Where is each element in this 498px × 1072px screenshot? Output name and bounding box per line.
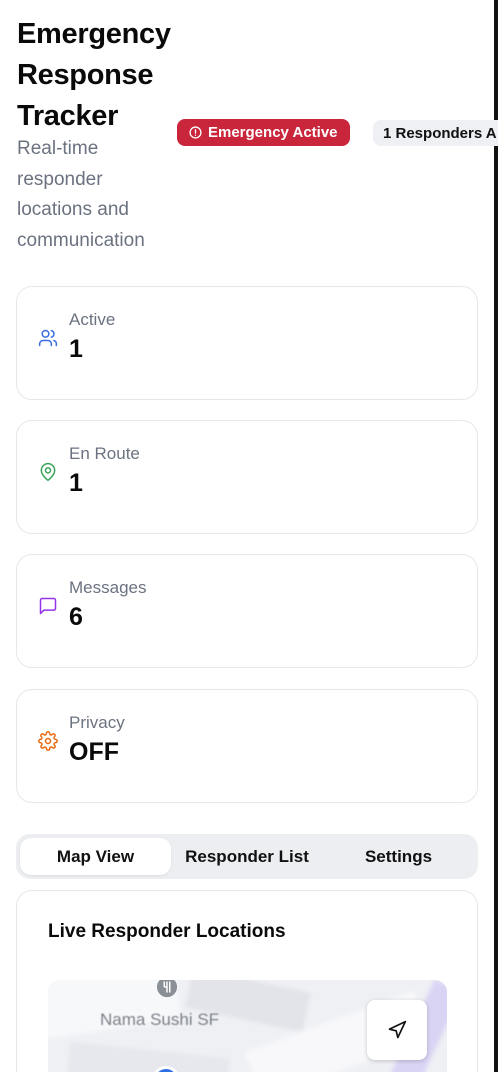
view-tabs: Map View Responder List Settings	[16, 834, 478, 879]
stat-value: 1	[69, 469, 83, 497]
alert-circle-icon	[189, 126, 202, 139]
stat-card-en-route: En Route 1	[16, 420, 478, 534]
stat-value: 1	[69, 335, 83, 363]
map-pin-icon	[40, 462, 56, 482]
tab-map-view[interactable]: Map View	[20, 838, 171, 875]
stat-card-messages: Messages 6	[16, 554, 478, 668]
page-subtitle: Real-time responder locations and commun…	[17, 138, 145, 251]
responders-count-badge: 1 Responders A	[373, 120, 498, 146]
map-block	[66, 1041, 230, 1072]
users-icon	[38, 329, 58, 347]
stat-label: En Route	[69, 444, 140, 463]
map-card: Live Responder Locations Nama Sushi SF	[16, 890, 478, 1072]
stat-card-active: Active 1	[16, 286, 478, 400]
message-square-icon	[39, 597, 57, 615]
page-title: Emergency Response Tracker	[17, 18, 171, 132]
emergency-status-badge: Emergency Active	[177, 119, 350, 146]
restaurant-icon	[156, 980, 178, 998]
responder-map[interactable]: Nama Sushi SF	[48, 980, 447, 1072]
settings-icon	[38, 731, 58, 751]
stat-label: Active	[69, 310, 116, 329]
locate-button[interactable]	[367, 1000, 427, 1060]
tab-label: Responder List	[185, 846, 309, 866]
window-edge	[494, 0, 498, 1072]
navigation-icon	[388, 1020, 407, 1039]
tab-settings[interactable]: Settings	[323, 838, 474, 875]
emergency-status-label: Emergency Active	[208, 124, 338, 141]
stat-value: OFF	[69, 738, 119, 766]
stat-label: Privacy	[69, 713, 125, 732]
stat-label: Messages	[69, 578, 147, 597]
stat-card-privacy: Privacy OFF	[16, 689, 478, 803]
map-place-label: Nama Sushi SF	[100, 1010, 220, 1029]
responders-count-label: 1 Responders A	[383, 124, 497, 142]
map-title: Live Responder Locations	[48, 921, 286, 942]
tab-responder-list[interactable]: Responder List	[171, 838, 323, 875]
stat-value: 6	[69, 603, 83, 631]
tab-label: Map View	[56, 846, 135, 866]
tab-label: Settings	[364, 846, 433, 866]
